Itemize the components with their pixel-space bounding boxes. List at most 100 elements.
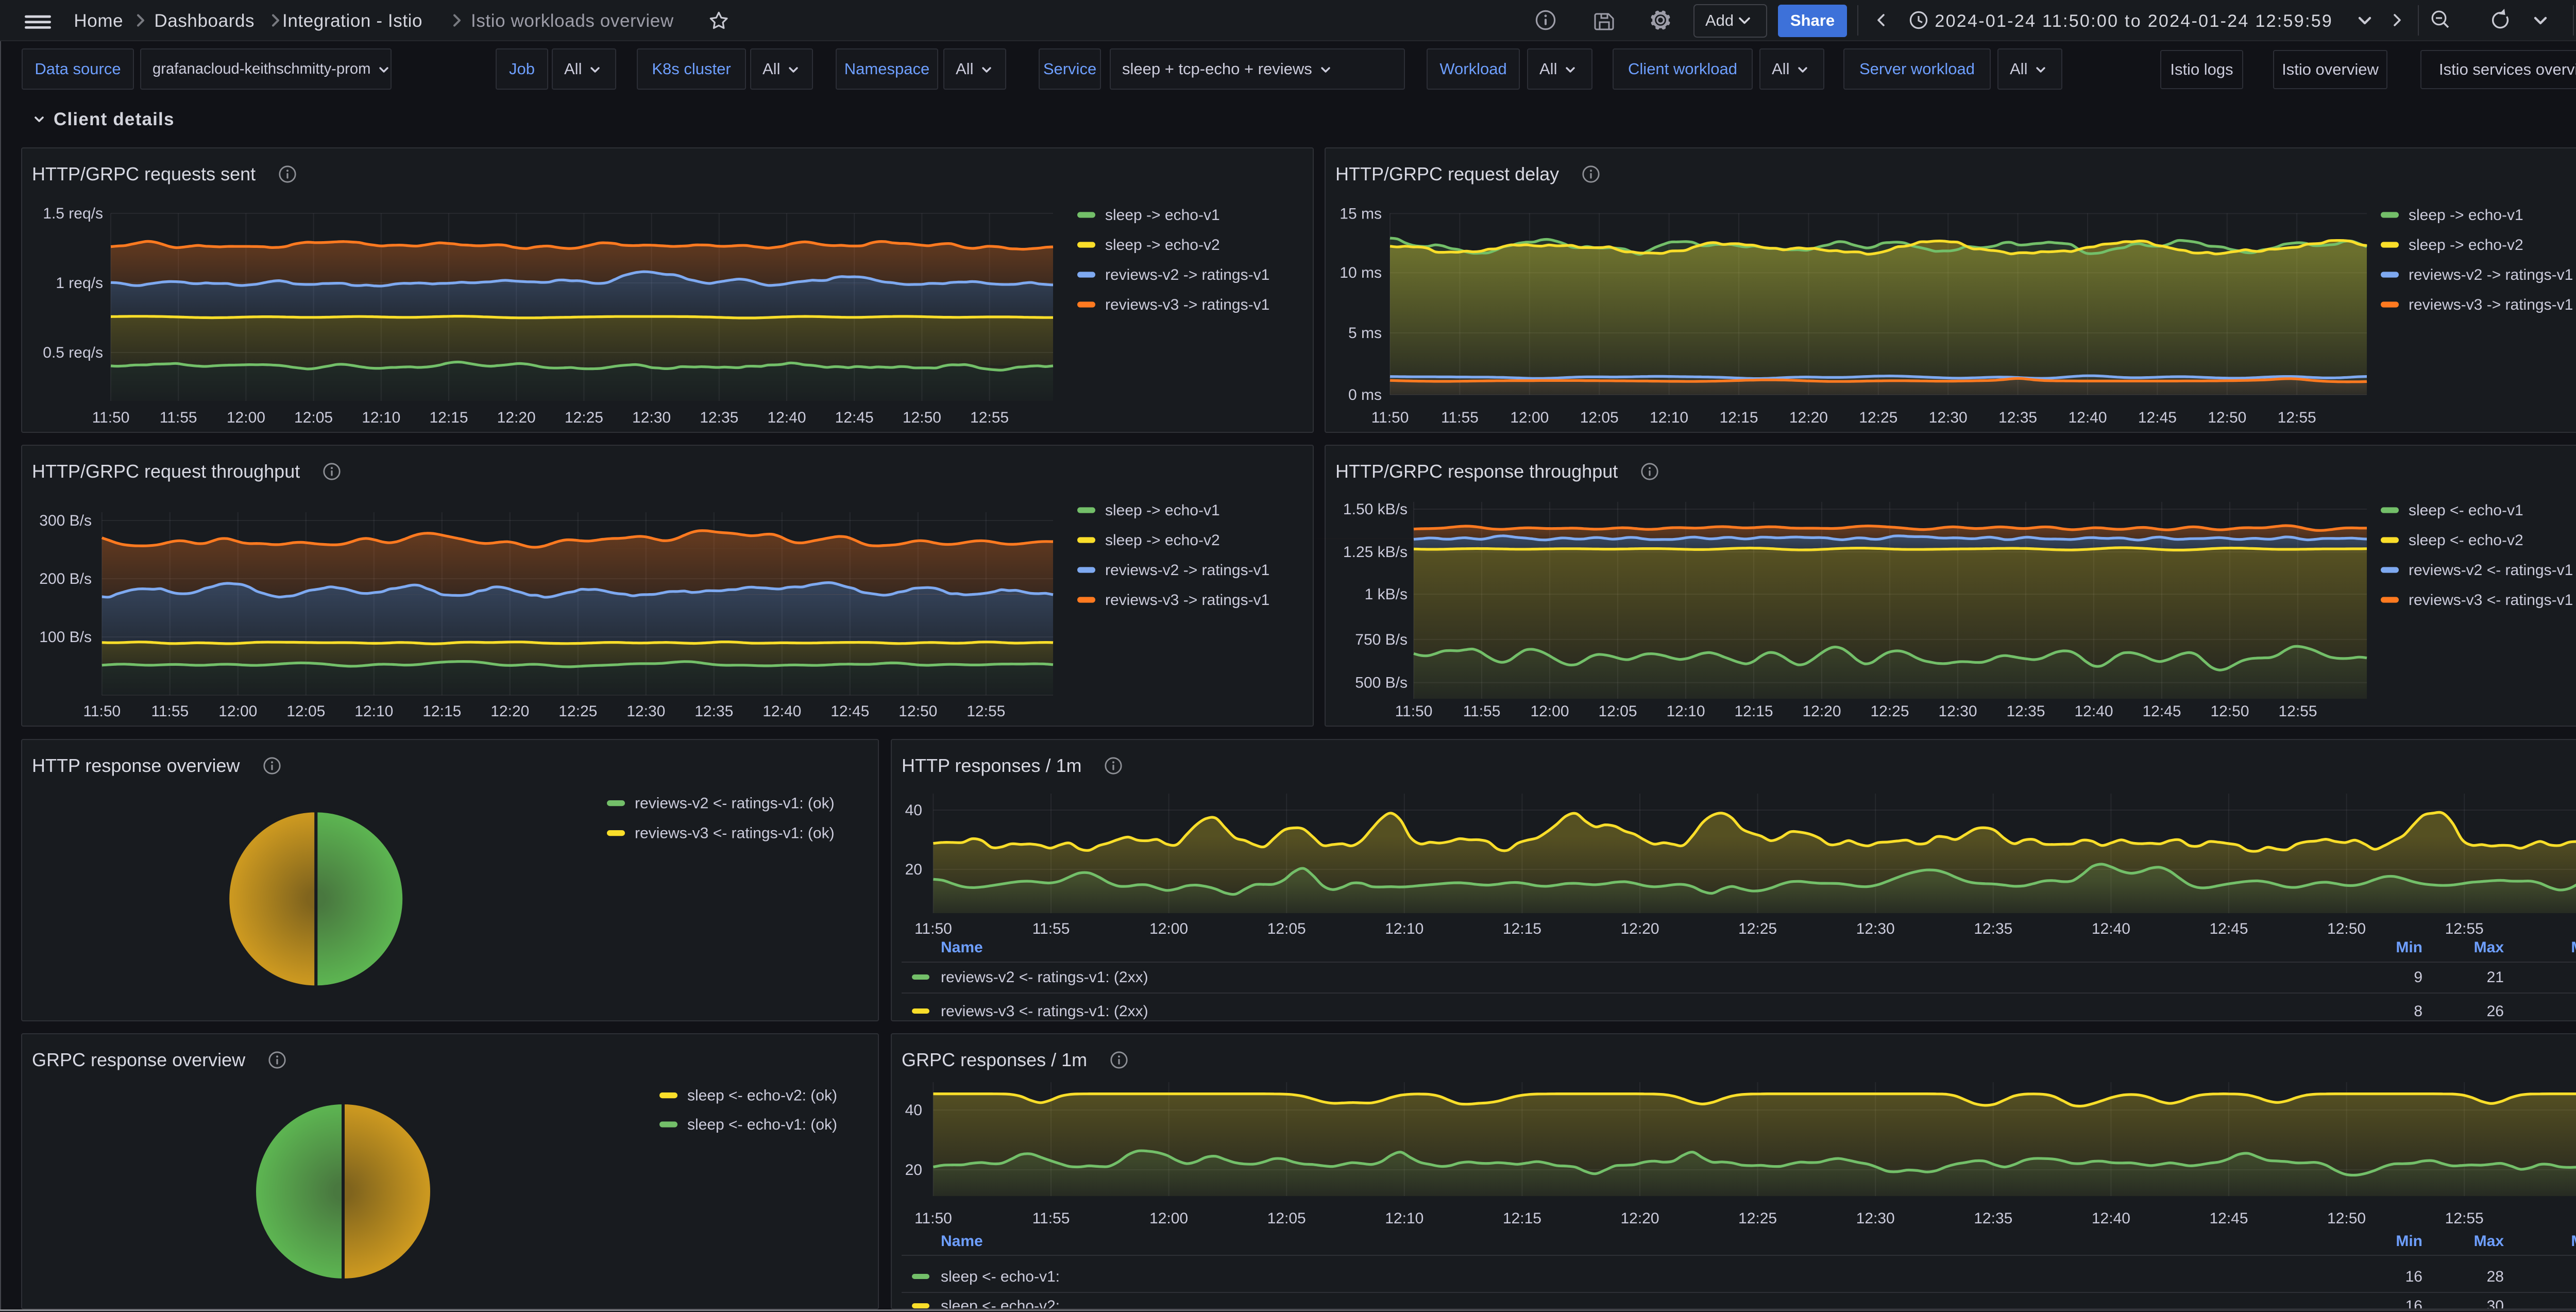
svg-text:0 ms: 0 ms: [1348, 386, 1382, 403]
svg-text:12:10: 12:10: [1666, 703, 1705, 720]
svg-text:12:35: 12:35: [1974, 1210, 2012, 1227]
svg-text:12:00: 12:00: [1530, 703, 1569, 720]
svg-text:12:45: 12:45: [2138, 409, 2177, 426]
svg-text:sleep -> echo-v1: sleep -> echo-v1: [1105, 207, 1220, 224]
svg-text:12:40: 12:40: [767, 409, 806, 426]
svg-text:reviews-v3 <- ratings-v1: (ok): reviews-v3 <- ratings-v1: (ok): [635, 825, 835, 842]
svg-text:11:50: 11:50: [83, 703, 121, 720]
svg-text:12:50: 12:50: [2210, 703, 2249, 720]
svg-text:Min: Min: [2396, 1233, 2422, 1250]
svg-text:11:50: 11:50: [914, 1210, 952, 1227]
svg-text:12:20: 12:20: [490, 703, 529, 720]
svg-text:5 ms: 5 ms: [1348, 325, 1382, 342]
svg-text:21: 21: [2487, 969, 2504, 986]
svg-text:reviews-v3 -> ratings-v1: reviews-v3 -> ratings-v1: [1105, 296, 1269, 313]
svg-text:12:20: 12:20: [1789, 409, 1828, 426]
svg-text:12:10: 12:10: [362, 409, 400, 426]
svg-text:reviews-v2 <- ratings-v1: (ok): reviews-v2 <- ratings-v1: (ok): [635, 795, 835, 812]
svg-text:11:50: 11:50: [914, 920, 952, 937]
svg-text:11:50: 11:50: [92, 409, 130, 426]
svg-text:12:30: 12:30: [626, 703, 665, 720]
svg-text:12:30: 12:30: [1856, 1210, 1895, 1227]
svg-text:12:35: 12:35: [2006, 703, 2045, 720]
svg-text:1 kB/s: 1 kB/s: [1365, 586, 1408, 603]
svg-text:12:00: 12:00: [227, 409, 265, 426]
svg-text:12:00: 12:00: [1149, 920, 1188, 937]
svg-text:12:45: 12:45: [2209, 920, 2248, 937]
svg-text:Mean: Mean: [2571, 939, 2576, 956]
svg-text:12:45: 12:45: [2142, 703, 2181, 720]
svg-text:12:25: 12:25: [1738, 1210, 1777, 1227]
svg-text:12:05: 12:05: [1580, 409, 1619, 426]
svg-text:12:15: 12:15: [1719, 409, 1758, 426]
svg-text:12:30: 12:30: [1938, 703, 1977, 720]
svg-text:12:35: 12:35: [700, 409, 738, 426]
svg-text:500 B/s: 500 B/s: [1355, 675, 1408, 692]
svg-text:12:15: 12:15: [1503, 920, 1541, 937]
svg-text:Name: Name: [941, 939, 983, 956]
svg-text:11:50: 11:50: [1371, 409, 1409, 426]
svg-text:12:00: 12:00: [1510, 409, 1549, 426]
svg-text:12:20: 12:20: [1620, 920, 1659, 937]
svg-text:reviews-v2 <- ratings-v1: reviews-v2 <- ratings-v1: [2409, 562, 2573, 579]
svg-text:26: 26: [2487, 1003, 2504, 1020]
svg-text:100 B/s: 100 B/s: [39, 629, 92, 646]
svg-text:11:55: 11:55: [1032, 1210, 1070, 1227]
svg-text:300 B/s: 300 B/s: [39, 512, 92, 529]
svg-text:12:20: 12:20: [497, 409, 536, 426]
svg-text:1.5 req/s: 1.5 req/s: [43, 205, 103, 222]
svg-text:0.5 req/s: 0.5 req/s: [43, 344, 103, 361]
svg-text:12:25: 12:25: [1859, 409, 1897, 426]
svg-text:12:25: 12:25: [1738, 920, 1777, 937]
svg-text:reviews-v3 -> ratings-v1: reviews-v3 -> ratings-v1: [2409, 296, 2573, 313]
svg-text:12:35: 12:35: [1974, 920, 2012, 937]
svg-text:28: 28: [2487, 1268, 2504, 1285]
svg-text:12:30: 12:30: [1929, 409, 1968, 426]
svg-text:12:05: 12:05: [286, 703, 325, 720]
svg-text:12:35: 12:35: [694, 703, 733, 720]
svg-text:12:55: 12:55: [967, 703, 1005, 720]
svg-text:12:25: 12:25: [1870, 703, 1909, 720]
svg-text:reviews-v2 <- ratings-v1: (2xx: reviews-v2 <- ratings-v1: (2xx): [941, 969, 1148, 986]
svg-text:12:30: 12:30: [632, 409, 671, 426]
svg-text:reviews-v2 -> ratings-v1: reviews-v2 -> ratings-v1: [2409, 266, 2573, 283]
svg-text:12:05: 12:05: [294, 409, 333, 426]
svg-text:200 B/s: 200 B/s: [39, 570, 92, 587]
svg-text:1.25 kB/s: 1.25 kB/s: [1343, 544, 1408, 561]
svg-text:11:55: 11:55: [1441, 409, 1479, 426]
svg-text:12:25: 12:25: [558, 703, 597, 720]
svg-text:12:30: 12:30: [1856, 920, 1895, 937]
svg-text:12:10: 12:10: [1650, 409, 1688, 426]
svg-text:12:40: 12:40: [2092, 1210, 2130, 1227]
svg-text:9: 9: [2414, 969, 2422, 986]
svg-text:40: 40: [905, 1102, 922, 1119]
svg-text:12:15: 12:15: [1503, 1210, 1541, 1227]
svg-text:12:15: 12:15: [1734, 703, 1773, 720]
svg-text:12:10: 12:10: [1385, 1210, 1423, 1227]
svg-text:sleep <- echo-v1:: sleep <- echo-v1:: [941, 1268, 1060, 1285]
svg-text:sleep -> echo-v2: sleep -> echo-v2: [2409, 237, 2523, 254]
svg-text:Max: Max: [2474, 1233, 2504, 1250]
svg-text:15 ms: 15 ms: [1340, 205, 1382, 222]
svg-text:sleep <- echo-v2: (ok): sleep <- echo-v2: (ok): [687, 1087, 837, 1104]
svg-text:12:50: 12:50: [899, 703, 937, 720]
svg-text:40: 40: [905, 802, 922, 819]
svg-text:12:55: 12:55: [970, 409, 1009, 426]
svg-text:1 req/s: 1 req/s: [56, 275, 103, 292]
svg-text:reviews-v2 -> ratings-v1: reviews-v2 -> ratings-v1: [1105, 266, 1269, 283]
svg-text:12:45: 12:45: [835, 409, 874, 426]
svg-text:12:40: 12:40: [2068, 409, 2107, 426]
svg-text:sleep -> echo-v2: sleep -> echo-v2: [1105, 237, 1220, 254]
svg-text:12:40: 12:40: [762, 703, 801, 720]
svg-text:16: 16: [2405, 1268, 2422, 1285]
svg-text:12:35: 12:35: [1998, 409, 2037, 426]
svg-text:12:55: 12:55: [2278, 409, 2316, 426]
svg-text:750 B/s: 750 B/s: [1355, 631, 1408, 648]
svg-text:12:50: 12:50: [903, 409, 941, 426]
svg-text:12:55: 12:55: [2445, 920, 2484, 937]
svg-text:Mean: Mean: [2571, 1233, 2576, 1250]
svg-text:reviews-v3 <- ratings-v1: (2xx: reviews-v3 <- ratings-v1: (2xx): [941, 1003, 1148, 1020]
svg-text:11:55: 11:55: [1463, 703, 1501, 720]
svg-text:12:50: 12:50: [2208, 409, 2246, 426]
svg-text:sleep -> echo-v1: sleep -> echo-v1: [2409, 207, 2523, 224]
